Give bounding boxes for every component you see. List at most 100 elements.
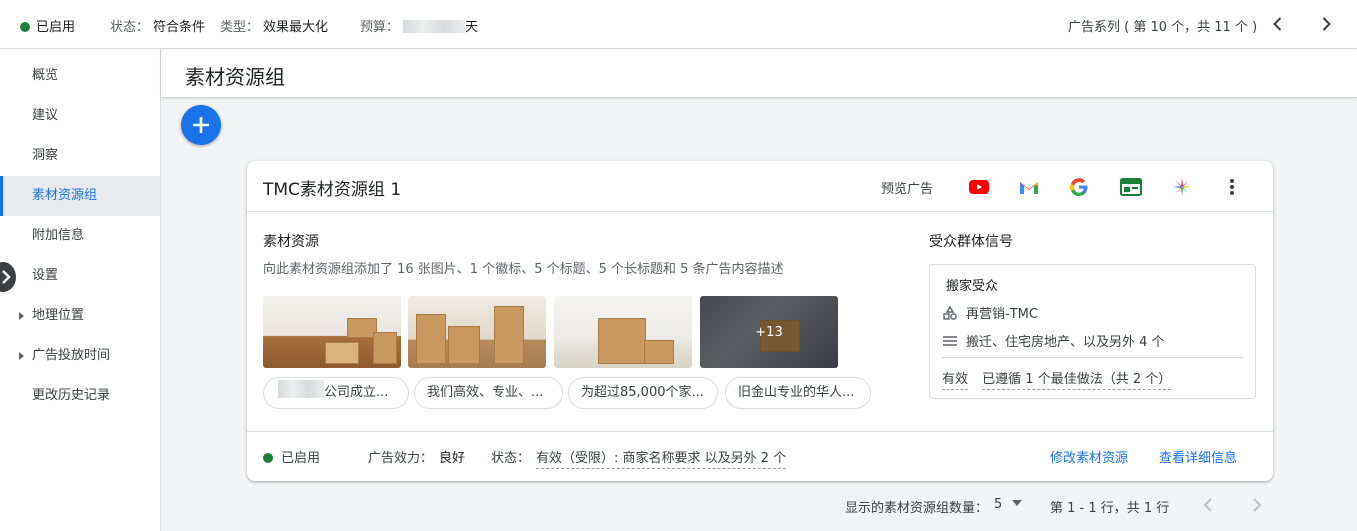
list-lines-icon	[943, 336, 957, 346]
asset-image-thumbnail[interactable]	[408, 296, 546, 368]
asset-image-thumbnail[interactable]	[263, 296, 401, 368]
search-preview-button[interactable]	[1067, 175, 1091, 199]
chevron-right-icon	[1253, 498, 1262, 512]
audience-signal-title: 受众群体信号	[929, 234, 1013, 250]
asset-image-thumbnail[interactable]	[554, 296, 692, 368]
assets-description: 向此素材资源组添加了 16 张图片、1 个徽标、5 个标题、5 个长标题和 5 …	[263, 262, 784, 277]
campaign-status-label: 已启用	[36, 20, 76, 35]
edit-assets-link[interactable]: 修改素材资源	[1050, 447, 1128, 466]
card-header: TMC素材资源组 1 预览广告	[247, 161, 1273, 212]
pagination-range: 第 1 - 1 行，共 1 行	[1050, 501, 1170, 516]
budget-redacted	[403, 20, 466, 33]
more-options-button[interactable]	[1220, 175, 1244, 199]
sidebar-item-recommendations[interactable]: 建议	[0, 96, 160, 136]
preview-ads-label: 预览广告	[881, 182, 934, 197]
campaign-state: 状态： 符合条件	[110, 16, 205, 35]
status-dot-icon	[263, 453, 273, 463]
asset-group-status: 已启用	[263, 447, 320, 466]
asset-group-status-label: 已启用	[281, 451, 321, 466]
sidebar-item-label: 广告投放时间	[32, 348, 111, 363]
segment-shapes-icon	[943, 305, 957, 320]
add-asset-group-button[interactable]	[181, 105, 221, 145]
rows-per-page-label: 显示的素材资源组数量：	[845, 501, 989, 516]
page-title: 素材资源组	[185, 65, 285, 89]
sidebar-item-insights[interactable]: 洞察	[0, 136, 160, 176]
audience-interests-text: 搬迁、住宅房地产、以及另外 4 个	[966, 335, 1165, 350]
headline-chip[interactable]: 我们高效、专业、...	[414, 377, 563, 409]
state-value[interactable]: 有效（受限）: 商家名称要求 以及另外 2 个	[536, 451, 787, 469]
moving-box-shape	[325, 342, 359, 364]
sidebar-item-extensions[interactable]: 附加信息	[0, 216, 160, 256]
audience-interests-row: 搬迁、住宅房地产、以及另外 4 个	[942, 331, 1165, 350]
asset-group-title[interactable]: TMC素材资源组 1	[263, 175, 401, 200]
campaign-status: 已启用	[20, 16, 75, 35]
sidebar-nav: 概览 建议 洞察 素材资源组 附加信息 设置 地理位置 广告投放时间 更改历史记…	[0, 49, 161, 531]
moving-box-shape	[644, 340, 674, 364]
budget-label: 预算：	[360, 20, 400, 35]
best-practice-status[interactable]: 已遵循 1 个最佳做法（共 2 个）	[982, 372, 1172, 390]
more-images-count: +13	[700, 296, 838, 368]
next-campaign-button[interactable]	[1314, 12, 1338, 36]
expand-triangle-icon	[19, 312, 24, 320]
sidebar-item-settings[interactable]: 设置	[0, 256, 160, 296]
status-dot-icon	[20, 22, 30, 32]
youtube-icon	[969, 180, 989, 194]
audience-name: 搬家受众	[946, 279, 999, 294]
dropdown-arrow-icon	[1012, 500, 1023, 506]
ad-strength-label: 广告效力：	[368, 451, 434, 466]
audience-segment-text: 再营销-TMC	[966, 307, 1038, 322]
ad-strength: 广告效力： 良好	[368, 447, 465, 466]
rows-per-page-select[interactable]: 5	[994, 497, 1023, 512]
more-vert-icon	[1230, 179, 1234, 195]
sidebar-item-locations[interactable]: 地理位置	[0, 296, 160, 336]
google-icon	[1070, 178, 1088, 196]
gmail-preview-button[interactable]	[1017, 175, 1041, 199]
type-value: 效果最大化	[263, 20, 329, 35]
view-details-link[interactable]: 查看详细信息	[1159, 447, 1237, 466]
state-label: 状态：	[110, 20, 150, 35]
headline-chip[interactable]: 旧金山专业的华人...	[725, 377, 871, 409]
display-preview-button[interactable]	[1119, 175, 1143, 199]
sidebar-item-asset-groups[interactable]: 素材资源组	[0, 176, 160, 216]
next-page-button[interactable]	[1245, 493, 1269, 517]
audience-segment-row: 再营销-TMC	[942, 303, 1038, 322]
discover-icon	[1173, 178, 1191, 196]
sidebar-item-overview[interactable]: 概览	[0, 56, 160, 96]
asset-image-thumbnail[interactable]: +13	[700, 296, 838, 368]
ad-strength-value: 良好	[439, 451, 466, 466]
headline-text: 公司成立...	[324, 385, 389, 400]
assets-section-title: 素材资源	[263, 234, 319, 250]
campaign-nav-label: 广告系列 ( 第 10 个，共 11 个 )	[1068, 20, 1258, 35]
sidebar-item-ad-schedule[interactable]: 广告投放时间	[0, 336, 160, 376]
rows-per-page: 显示的素材资源组数量：	[845, 497, 988, 516]
rows-per-page-value: 5	[994, 497, 1003, 512]
state-value: 符合条件	[153, 20, 206, 35]
page-header: 素材资源组	[161, 49, 1357, 97]
expand-triangle-icon	[19, 352, 24, 360]
audience-status[interactable]: 有效	[942, 372, 969, 390]
campaign-type: 类型： 效果最大化	[220, 16, 328, 35]
headline-chip[interactable]: 为超过85,000个家...	[568, 377, 718, 409]
audience-signal-box[interactable]: 搬家受众 再营销-TMC 搬迁、住宅房地产、以及另外 4 个 有效 已遵循 1 …	[929, 264, 1256, 399]
prev-page-button[interactable]	[1196, 493, 1220, 517]
moving-box-shape	[448, 326, 480, 364]
prev-campaign-button[interactable]	[1266, 12, 1290, 36]
asset-group-card: TMC素材资源组 1 预览广告 素材资源 向此素材资源组添加了 16 张图片、1…	[247, 161, 1273, 481]
type-label: 类型：	[220, 20, 260, 35]
moving-box-shape	[598, 318, 646, 364]
campaign-budget: 预算： 天	[360, 16, 478, 35]
card-footer: 已启用 广告效力： 良好 状态： 有效（受限）: 商家名称要求 以及另外 2 个 修…	[247, 431, 1273, 481]
redacted-text	[278, 380, 324, 398]
audience-status-row: 有效 已遵循 1 个最佳做法（共 2 个）	[942, 368, 1172, 390]
plus-icon	[193, 117, 209, 133]
moving-box-shape	[373, 332, 397, 364]
chevron-right-icon	[1322, 17, 1331, 31]
chevron-left-icon	[1273, 17, 1282, 31]
display-icon	[1120, 178, 1142, 196]
moving-box-shape	[494, 306, 524, 364]
sidebar-item-change-history[interactable]: 更改历史记录	[0, 376, 160, 416]
discover-preview-button[interactable]	[1170, 175, 1194, 199]
youtube-preview-button[interactable]	[967, 175, 991, 199]
headline-chip[interactable]: 公司成立...	[263, 377, 409, 409]
sidebar-item-label: 地理位置	[32, 308, 85, 323]
